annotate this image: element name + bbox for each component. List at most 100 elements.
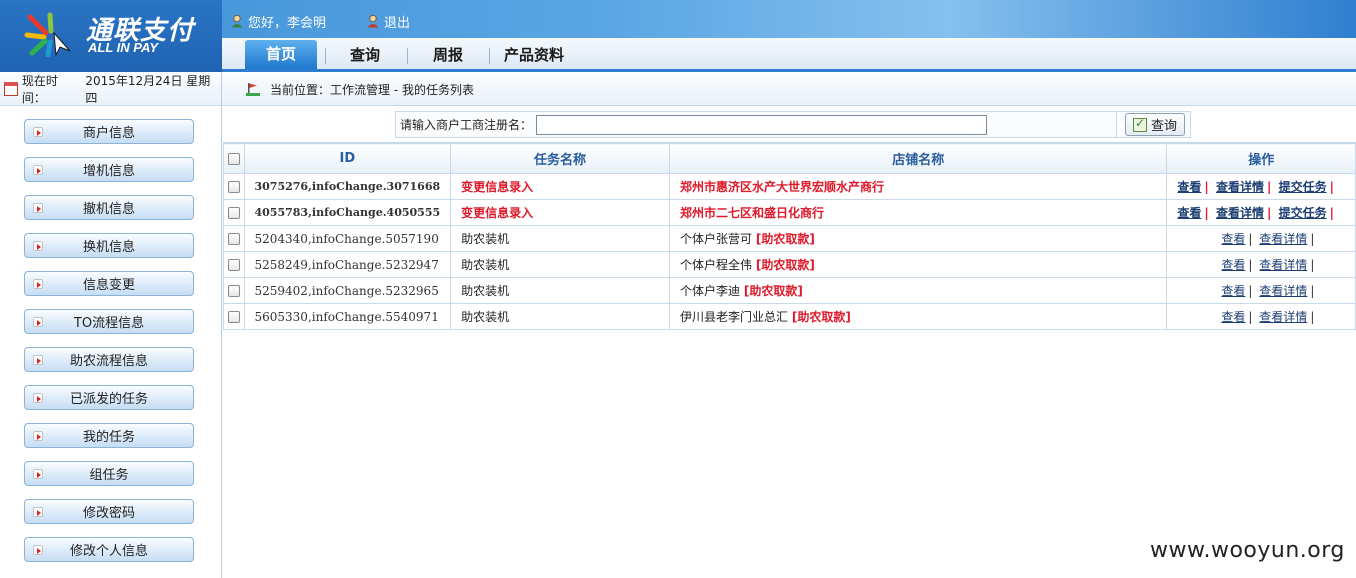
sidebar-item-my-tasks[interactable]: 我的任务 bbox=[24, 423, 194, 448]
view-link[interactable]: 查看 bbox=[1221, 258, 1245, 272]
shop-name: 个体户张营可 [助农取款] bbox=[668, 225, 1168, 252]
sidebar-item-label: 商户信息 bbox=[82, 126, 135, 141]
view-details-link[interactable]: 查看详情 bbox=[1259, 232, 1307, 246]
col-shop-name[interactable]: 店铺名称 bbox=[668, 143, 1168, 174]
sidebar-item-add-terminal[interactable]: 增机信息 bbox=[24, 157, 194, 182]
action-separator: | bbox=[1310, 284, 1315, 298]
sidebar-item-label: 修改个人信息 bbox=[69, 544, 148, 559]
query-button[interactable]: 查询 bbox=[1125, 113, 1185, 136]
action-separator: | bbox=[1267, 206, 1272, 220]
select-all-checkbox[interactable] bbox=[227, 152, 240, 165]
search-label: 请输入商户工商注册名： bbox=[400, 118, 533, 132]
view-link[interactable]: 查看 bbox=[1177, 206, 1201, 220]
arrow-right-icon bbox=[33, 316, 43, 327]
current-time: 现在时间： 2015年12月24日 星期四 bbox=[0, 72, 222, 106]
shop-name: 郑州市二七区和盛日化商行 bbox=[668, 199, 1168, 226]
sidebar-item-agri-flow[interactable]: 助农流程信息 bbox=[24, 347, 194, 372]
action-separator: | bbox=[1267, 180, 1272, 194]
row-checkbox[interactable] bbox=[227, 285, 240, 297]
tab-weekly-report[interactable]: 周报 bbox=[423, 42, 473, 68]
app-header: 通联支付 ALL IN PAY 您好，李会明 退出 首页 查询 周报 产品资料 bbox=[0, 0, 1356, 72]
view-link[interactable]: 查看 bbox=[1221, 284, 1245, 298]
action-separator: | bbox=[1248, 284, 1253, 298]
arrow-right-icon bbox=[33, 240, 43, 251]
sidebar-item-remove-terminal[interactable]: 撤机信息 bbox=[24, 195, 194, 220]
search-bar: 请输入商户工商注册名： 查询 bbox=[223, 106, 1356, 143]
merchant-name-input[interactable] bbox=[536, 114, 988, 135]
sidebar-item-label: 增机信息 bbox=[82, 164, 135, 179]
table-row: 4055783,infoChange.4050555 变更信息录入 郑州市二七区… bbox=[223, 199, 1356, 226]
agri-withdrawal-tag: [助农取款] bbox=[791, 310, 851, 324]
sidebar-item-label: 撤机信息 bbox=[82, 202, 135, 217]
submit-task-link[interactable]: 提交任务 bbox=[1279, 180, 1327, 194]
task-id: 4055783,infoChange.4050555 bbox=[243, 199, 452, 226]
tab-query[interactable]: 查询 bbox=[340, 42, 390, 68]
submit-task-link[interactable]: 提交任务 bbox=[1279, 206, 1327, 220]
arrow-right-icon bbox=[33, 392, 43, 403]
sidebar-item-to-flow[interactable]: TO流程信息 bbox=[24, 309, 194, 334]
sidebar-item-label: 修改密码 bbox=[82, 506, 135, 521]
view-link[interactable]: 查看 bbox=[1221, 232, 1245, 246]
time-label: 现在时间： bbox=[21, 74, 58, 105]
col-id[interactable]: ID bbox=[243, 143, 452, 174]
view-details-link[interactable]: 查看详情 bbox=[1259, 258, 1307, 272]
agri-withdrawal-tag: [助农取款] bbox=[755, 232, 815, 246]
sidebar-item-dispatched-tasks[interactable]: 已派发的任务 bbox=[24, 385, 194, 410]
main-content: 请输入商户工商注册名： 查询 ID 任务名称 店铺名称 操作 3075276,i… bbox=[223, 106, 1356, 578]
flag-icon bbox=[246, 83, 260, 96]
sidebar-item-info-change[interactable]: 信息变更 bbox=[24, 271, 194, 296]
tab-home[interactable]: 首页 bbox=[245, 40, 317, 69]
view-details-link[interactable]: 查看详情 bbox=[1259, 310, 1307, 324]
sidebar-item-edit-profile[interactable]: 修改个人信息 bbox=[24, 537, 194, 562]
logout-user-icon[interactable] bbox=[366, 14, 380, 28]
action-separator: | bbox=[1204, 206, 1209, 220]
row-actions: 查看 | 查看详情 | bbox=[1166, 251, 1356, 278]
view-link[interactable]: 查看 bbox=[1221, 310, 1245, 324]
view-details-link[interactable]: 查看详情 bbox=[1259, 284, 1307, 298]
sidebar-item-merchant-info[interactable]: 商户信息 bbox=[24, 119, 194, 144]
allinpay-logo-icon bbox=[24, 12, 71, 57]
view-details-link[interactable]: 查看详情 bbox=[1216, 180, 1264, 194]
sidebar-item-change-password[interactable]: 修改密码 bbox=[24, 499, 194, 524]
tab-product-docs[interactable]: 产品资料 bbox=[500, 42, 568, 68]
row-actions: 查看 | 查看详情 | bbox=[1166, 277, 1356, 304]
check-icon bbox=[1132, 116, 1147, 132]
sidebar-item-label: TO流程信息 bbox=[73, 316, 145, 331]
task-id: 5605330,infoChange.5540971 bbox=[243, 303, 452, 330]
table-row: 5204340,infoChange.5057190 助农装机 个体户张营可 [… bbox=[223, 225, 1356, 252]
logo[interactable]: 通联支付 ALL IN PAY bbox=[0, 0, 222, 72]
arrow-right-icon bbox=[33, 544, 43, 555]
shop-name-text: 个体户程全伟 bbox=[679, 258, 752, 272]
row-checkbox[interactable] bbox=[227, 207, 240, 219]
agri-withdrawal-tag: [助农取款] bbox=[743, 284, 803, 298]
logout-link[interactable]: 退出 bbox=[384, 12, 410, 31]
info-bar: 现在时间： 2015年12月24日 星期四 当前位置：工作流管理 - 我的任务列… bbox=[0, 72, 1356, 106]
action-separator: | bbox=[1204, 180, 1209, 194]
main-nav: 首页 查询 周报 产品资料 bbox=[222, 38, 1356, 72]
task-name: 变更信息录入 bbox=[450, 199, 670, 226]
row-select-cell bbox=[223, 173, 245, 200]
calendar-icon bbox=[4, 82, 18, 96]
select-all-cell bbox=[223, 143, 245, 174]
action-separator: | bbox=[1329, 206, 1334, 220]
search-box: 请输入商户工商注册名： bbox=[395, 111, 1191, 138]
sidebar-item-label: 助农流程信息 bbox=[69, 354, 148, 369]
action-separator: | bbox=[1310, 232, 1315, 246]
col-actions: 操作 bbox=[1166, 143, 1356, 174]
view-details-link[interactable]: 查看详情 bbox=[1216, 206, 1264, 220]
view-link[interactable]: 查看 bbox=[1177, 180, 1201, 194]
arrow-right-icon bbox=[33, 506, 43, 517]
table-row: 5605330,infoChange.5540971 助农装机 伊川县老李门业总… bbox=[223, 303, 1356, 330]
row-checkbox[interactable] bbox=[227, 233, 240, 245]
row-checkbox[interactable] bbox=[227, 181, 240, 193]
breadcrumb: 当前位置：工作流管理 - 我的任务列表 bbox=[246, 72, 474, 106]
logo-subtitle: ALL IN PAY bbox=[88, 40, 159, 55]
action-separator: | bbox=[1310, 258, 1315, 272]
shop-name: 个体户程全伟 [助农取款] bbox=[668, 251, 1168, 278]
row-checkbox[interactable] bbox=[227, 259, 240, 271]
row-checkbox[interactable] bbox=[227, 311, 240, 323]
sidebar-item-replace-terminal[interactable]: 换机信息 bbox=[24, 233, 194, 258]
shop-name-text: 个体户张营可 bbox=[679, 232, 752, 246]
col-task-name[interactable]: 任务名称 bbox=[450, 143, 670, 174]
sidebar-item-group-tasks[interactable]: 组任务 bbox=[24, 461, 194, 486]
